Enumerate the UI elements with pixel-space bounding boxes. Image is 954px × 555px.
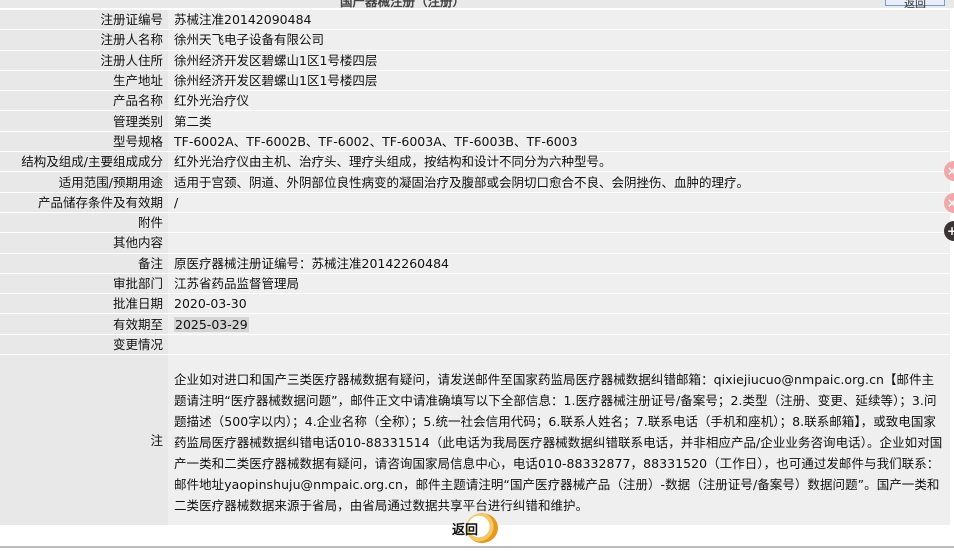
field-value xyxy=(168,334,950,355)
table-row: 其他内容 xyxy=(0,233,950,253)
top-header-strip: 国产器械注册（注册） 返回 xyxy=(0,0,954,8)
field-label: 注册人住所 xyxy=(0,50,168,70)
field-value: 徐州天飞电子设备有限公司 xyxy=(168,30,950,50)
field-value: TF-6002A、TF-6002B、TF-6002、TF-6003A、TF-60… xyxy=(168,131,950,152)
field-value: 江苏省药品监督管理局 xyxy=(168,273,950,294)
table-row: 产品名称 红外光治疗仪 xyxy=(0,91,950,111)
field-label: 生产地址 xyxy=(0,70,168,91)
detail-table: 注册证编号 苏械注准20142090484 注册人名称 徐州天飞电子设备有限公司… xyxy=(0,9,950,526)
table-row: 注册人住所 徐州经济开发区碧螺山1区1号楼四层 xyxy=(0,50,950,70)
back-button-wrap[interactable]: 返回 xyxy=(448,513,502,543)
field-value xyxy=(168,212,950,233)
table-row: 有效期至 2025-03-29 xyxy=(0,314,950,334)
field-label: 结构及组成/主要组成成分 xyxy=(0,152,168,172)
field-label: 注册证编号 xyxy=(0,10,168,30)
field-value: 红外光治疗仪由主机、治疗头、理疗头组成，按结构和设计不同分为六种型号。 xyxy=(168,152,950,172)
top-back-button[interactable]: 返回 xyxy=(885,0,945,8)
table-row: 备注 原医疗器械注册证编号：苏械注准20142260484 xyxy=(0,253,950,273)
field-value: 第二类 xyxy=(168,111,950,131)
field-label: 有效期至 xyxy=(0,314,168,334)
expiry-date-highlight: 2025-03-29 xyxy=(174,316,249,332)
field-label: 产品名称 xyxy=(0,91,168,111)
field-label: 备注 xyxy=(0,253,168,273)
table-row: 审批部门 江苏省药品监督管理局 xyxy=(0,273,950,294)
field-value: 原医疗器械注册证编号：苏械注准20142260484 xyxy=(168,253,950,273)
note-row: 注 企业如对进口和国产三类医疗器械数据有疑问，请发送邮件至国家药监局医疗器械数据… xyxy=(0,355,950,526)
field-value: 2020-03-30 xyxy=(168,294,950,314)
field-label: 注册人名称 xyxy=(0,30,168,50)
page-title: 国产器械注册（注册） xyxy=(340,0,466,8)
footer-divider xyxy=(0,546,954,548)
table-row: 产品储存条件及有效期 / xyxy=(0,192,950,212)
field-label: 产品储存条件及有效期 xyxy=(0,192,168,212)
table-row: 注册人名称 徐州天飞电子设备有限公司 xyxy=(0,30,950,50)
field-value: 徐州经济开发区碧螺山1区1号楼四层 xyxy=(168,70,950,91)
table-row: 生产地址 徐州经济开发区碧螺山1区1号楼四层 xyxy=(0,70,950,91)
back-button[interactable]: 返回 xyxy=(452,519,478,538)
field-label: 适用范围/预期用途 xyxy=(0,172,168,192)
field-label: 批准日期 xyxy=(0,294,168,314)
table-row: 批准日期 2020-03-30 xyxy=(0,294,950,314)
field-value xyxy=(168,233,950,253)
field-value: 2025-03-29 xyxy=(168,314,950,334)
table-row: 变更情况 xyxy=(0,334,950,355)
table-row: 结构及组成/主要组成成分 红外光治疗仪由主机、治疗头、理疗头组成，按结构和设计不… xyxy=(0,152,950,172)
field-value: 徐州经济开发区碧螺山1区1号楼四层 xyxy=(168,50,950,70)
field-label: 型号规格 xyxy=(0,131,168,152)
table-row: 管理类别 第二类 xyxy=(0,111,950,131)
field-label: 审批部门 xyxy=(0,273,168,294)
field-label: 变更情况 xyxy=(0,334,168,355)
note-text: 企业如对进口和国产三类医疗器械数据有疑问，请发送邮件至国家药监局医疗器械数据纠错… xyxy=(168,355,950,526)
table-row: 附件 xyxy=(0,212,950,233)
table-row: 适用范围/预期用途 适用于宫颈、阴道、外阴部位良性病变的凝固治疗及腹部或会阴切口… xyxy=(0,172,950,192)
table-row: 注册证编号 苏械注准20142090484 xyxy=(0,10,950,30)
field-label: 管理类别 xyxy=(0,111,168,131)
field-label: 附件 xyxy=(0,212,168,233)
field-value: 适用于宫颈、阴道、外阴部位良性病变的凝固治疗及腹部或会阴切口愈合不良、会阴挫伤、… xyxy=(168,172,950,192)
field-value: 苏械注准20142090484 xyxy=(168,10,950,30)
field-label: 其他内容 xyxy=(0,233,168,253)
field-value: 红外光治疗仪 xyxy=(168,91,950,111)
note-label: 注 xyxy=(0,355,168,526)
table-row: 型号规格 TF-6002A、TF-6002B、TF-6002、TF-6003A、… xyxy=(0,131,950,152)
field-value: / xyxy=(168,192,950,212)
